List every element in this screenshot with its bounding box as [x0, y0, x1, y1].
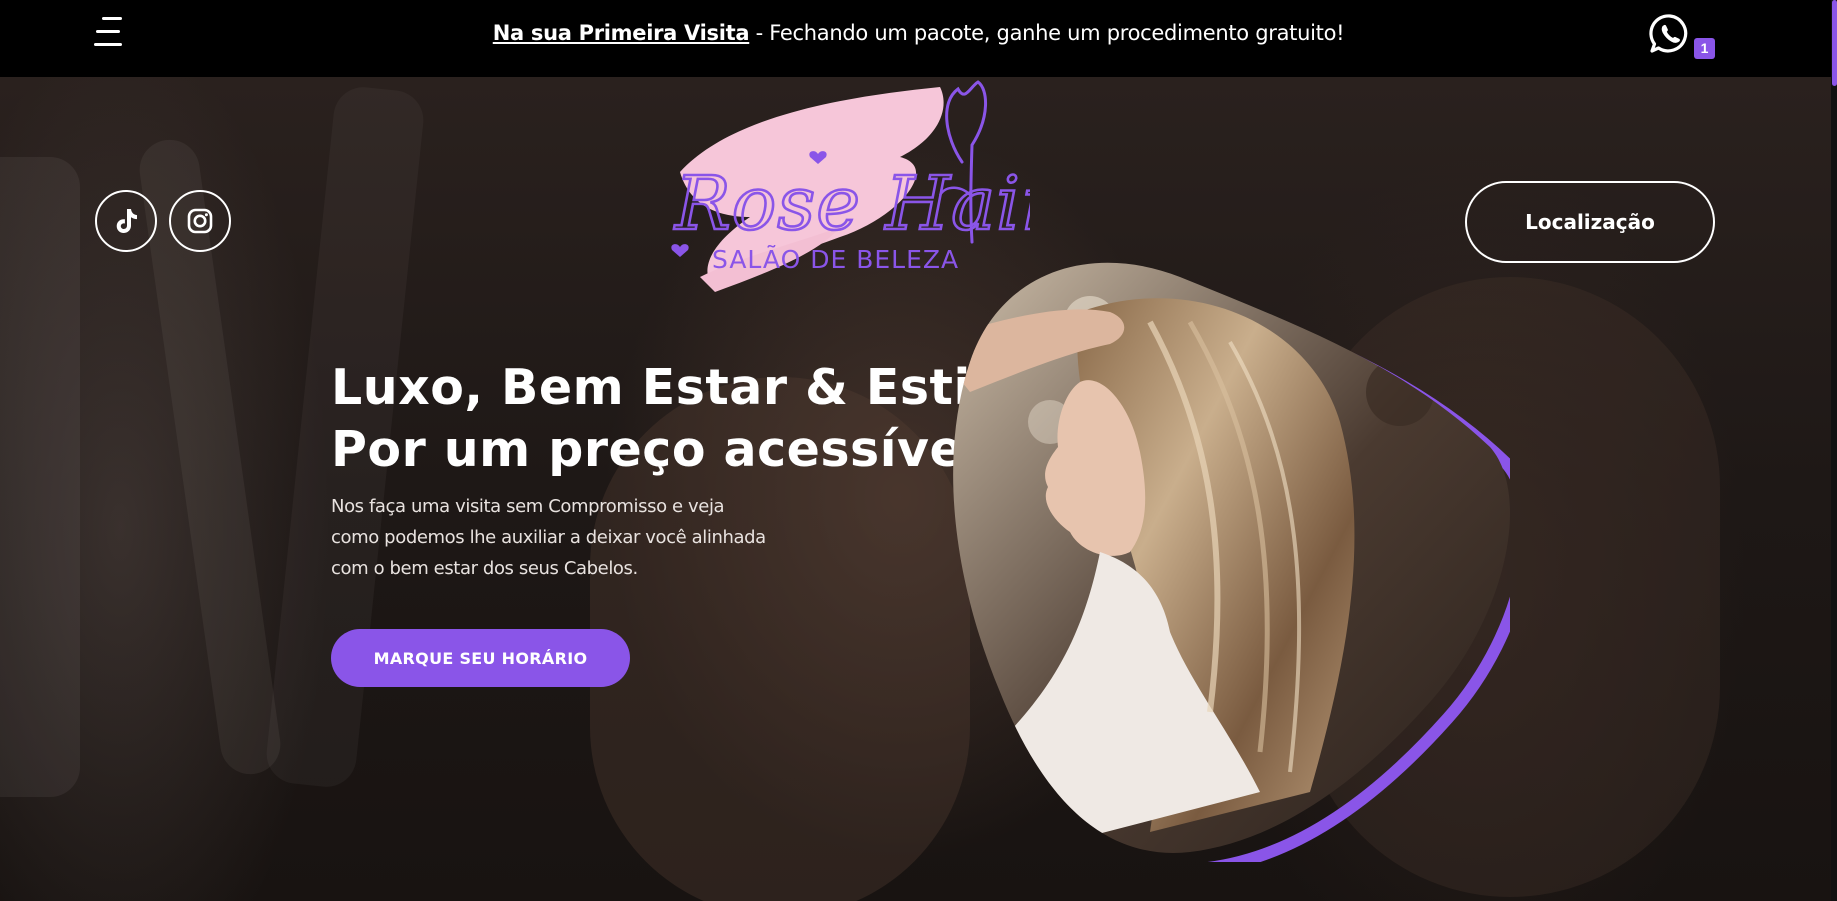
promo-link[interactable]: Na sua Primeira Visita	[493, 21, 750, 45]
hero-photo	[930, 232, 1533, 874]
whatsapp-count-badge: 1	[1694, 38, 1715, 59]
scrollbar-thumb[interactable]	[1832, 0, 1837, 86]
promo-bar: Na sua Primeira Visita - Fechando um pac…	[0, 0, 1837, 77]
svg-text:SALÃO DE BELEZA: SALÃO DE BELEZA	[712, 244, 959, 274]
headline-line-2: Por um preço acessível	[331, 421, 981, 478]
book-appointment-button[interactable]: MARQUE SEU HORÁRIO	[331, 629, 630, 687]
headline-line-1: Luxo, Bem Estar & Estilo	[331, 359, 1023, 416]
instagram-icon[interactable]	[169, 190, 231, 252]
promo-text: - Fechando um pacote, ganhe um procedime…	[749, 21, 1345, 45]
hero-subtitle: Nos faça uma visita sem Compromisso e ve…	[331, 496, 766, 579]
tiktok-icon[interactable]	[95, 190, 157, 252]
promo-message: Na sua Primeira Visita - Fechando um pac…	[0, 21, 1837, 45]
page-scrollbar[interactable]	[1831, 0, 1837, 901]
hero-headline: Luxo, Bem Estar & Estilo Por um preço ac…	[331, 357, 1022, 481]
hero-section: Localização Rose Hair SALÃO DE BELEZA Lu…	[0, 77, 1837, 901]
background-blur-shape	[0, 157, 80, 797]
whatsapp-icon[interactable]	[1649, 13, 1691, 55]
